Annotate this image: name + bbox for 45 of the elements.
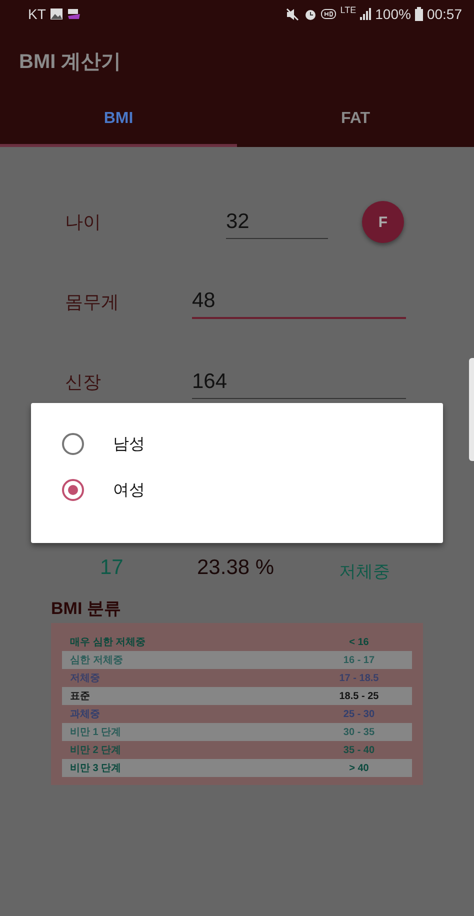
network-type: LTE: [340, 5, 356, 15]
table-cell-text: 표준: [70, 690, 90, 703]
mute-icon: [286, 8, 300, 20]
signal-icon: [360, 8, 372, 20]
table-cell-text: 비만 1 단계: [70, 726, 122, 739]
input-field[interactable]: 164: [192, 366, 406, 398]
result-value: 저체중: [339, 560, 390, 582]
table-cell-text: 매우 심한 저체중: [70, 636, 146, 649]
alarm-icon: [304, 8, 318, 20]
table-cell-text: 30 - 35: [342, 726, 376, 738]
app-notification-icon: [66, 8, 81, 20]
tab[interactable]: BMI: [0, 94, 237, 147]
table-cell-text: 18.5 - 25: [338, 690, 380, 702]
table-cell-text: 과체중: [70, 708, 100, 721]
image-icon: [50, 8, 63, 20]
table-cell-text: < 16: [348, 636, 370, 648]
table-cell-text: 심한 저체중: [70, 654, 123, 667]
table-cell-text: 17 - 18.5: [338, 672, 380, 684]
clock: 00:57: [426, 6, 462, 22]
battery-percent: 100%: [375, 6, 411, 22]
table-cell-text: 비만 3 단계: [70, 762, 122, 775]
table-cell-text: 16 - 17: [342, 654, 376, 666]
field-label: 신장: [65, 371, 102, 394]
hd-icon: [321, 8, 336, 20]
field-label: 몸무게: [65, 291, 120, 314]
table-cell-text: 25 - 30: [342, 708, 376, 720]
table-cell-text: > 40: [348, 762, 370, 774]
result-value: 17: [100, 556, 124, 580]
table-cell-text: 35 - 40: [342, 744, 376, 756]
section-title: BMI 분류: [51, 598, 122, 620]
radio-button[interactable]: [62, 479, 84, 501]
option-label[interactable]: 남성: [113, 434, 145, 454]
app-title: BMI 계산기: [19, 50, 122, 74]
gender-button[interactable]: F: [362, 201, 404, 243]
carrier-name: KT: [28, 6, 46, 22]
tab[interactable]: FAT: [237, 94, 474, 147]
input-field[interactable]: 48: [192, 285, 406, 319]
result-value: 23.38 %: [197, 556, 276, 580]
table-cell-text: 저체중: [70, 672, 100, 685]
field-label: 나이: [65, 211, 102, 234]
battery-icon: [414, 7, 423, 21]
input-field[interactable]: 32: [226, 206, 328, 238]
option-label[interactable]: 여성: [113, 480, 145, 500]
radio-button[interactable]: [62, 433, 84, 455]
table-cell-text: 비만 2 단계: [70, 744, 122, 757]
